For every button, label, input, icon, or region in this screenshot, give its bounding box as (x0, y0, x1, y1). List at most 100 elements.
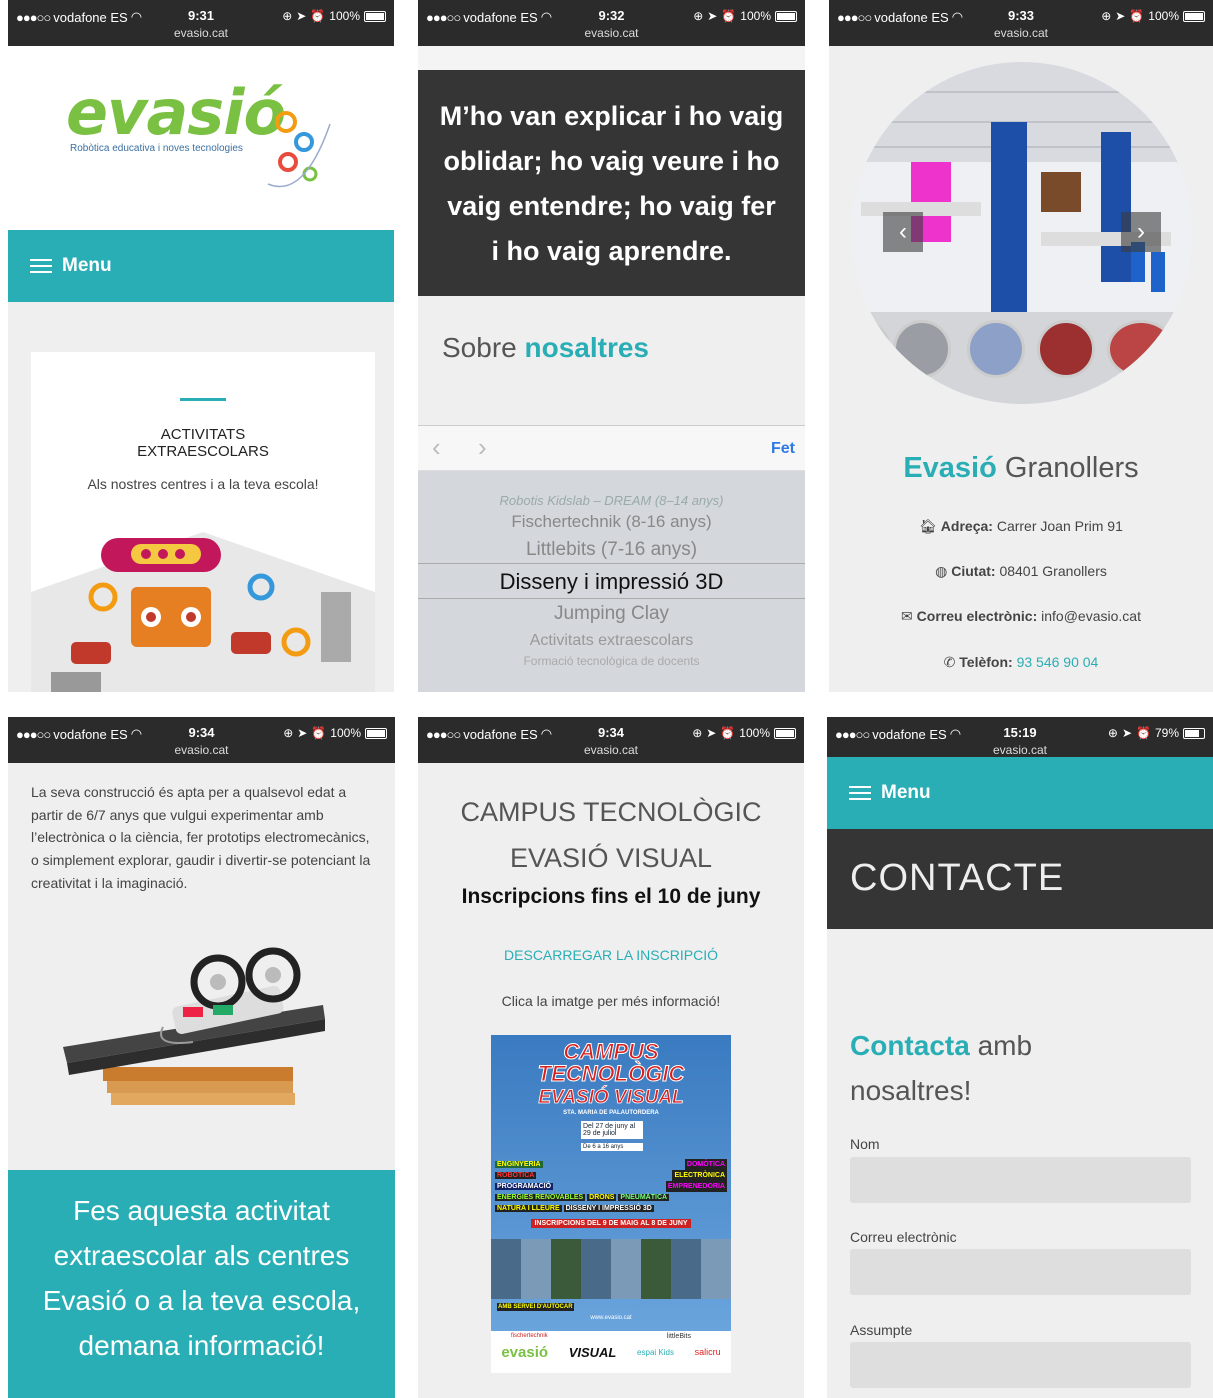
next-chevron-icon[interactable]: › (478, 432, 487, 463)
hamburger-icon (30, 255, 52, 277)
name-field[interactable] (850, 1157, 1191, 1203)
picker-option[interactable]: Robotis Kidslab – DREAM (8–14 anys) (418, 493, 805, 508)
screen-home: ●●●○○ vodafone ES ◠ 9:31 evasio.cat ⊕ ➤ ⏰ 100… (8, 0, 394, 692)
poster-photos (491, 1239, 731, 1299)
cta-banner[interactable]: Fes aquesta activitat extraescolar als c… (8, 1170, 395, 1398)
url-label[interactable]: evasio.cat (418, 743, 804, 757)
lock-rotation-icon: ⊕ (282, 9, 293, 23)
gears-icon (267, 111, 331, 188)
status-bar: ●●●○○ vodafone ES ◠ 9:32 evasio.cat ⊕ ➤ ⏰ 100… (418, 0, 805, 46)
logo-area: evasió Robòtica educativa i noves tecnol… (8, 46, 394, 230)
hamburger-icon (849, 782, 871, 804)
location-icon: ➤ (1115, 9, 1126, 23)
contact-heading: Contacta amb nosaltres! (850, 1030, 1033, 1106)
subject-field[interactable] (850, 1342, 1191, 1388)
home-icon: 🏠︎ (919, 518, 937, 534)
location-icon: ➤ (1121, 726, 1133, 740)
email-link[interactable]: info@evasio.cat (1041, 608, 1141, 624)
card-title: ACTIVITATS EXTRAESCOLARS (137, 426, 269, 460)
select-picker[interactable]: Robotis Kidslab – DREAM (8–14 anys) Fisc… (418, 471, 805, 692)
alarm-icon: ⏰ (1129, 9, 1145, 23)
location-icon: ➤ (706, 726, 717, 740)
screen-contact: ●●●○○ vodafone ES ◠ 15:19 evasio.cat ⊕ ➤ ⏰ 79… (827, 717, 1213, 1398)
campus-subtitle: Inscripcions fins el 10 de juny (461, 885, 761, 908)
screen-activity: ●●●○○ vodafone ES ◠ 9:34 evasio.cat ⊕ ➤ ⏰ 100… (8, 717, 395, 1398)
quote-banner: M’ho van explicar i ho vaig oblidar; ho v… (418, 70, 805, 296)
section-heading: Sobre nosaltres (442, 332, 649, 363)
location-icon: ➤ (707, 9, 718, 23)
status-bar: ●●●○○ vodafone ES ◠ 9:34 evasio.cat ⊕ ➤ ⏰ 100… (418, 717, 804, 763)
email-row: ✉ Correu electrònic: info@evasio.cat (901, 608, 1141, 624)
previous-chevron-icon[interactable]: ‹ (432, 432, 441, 463)
email-field[interactable] (850, 1249, 1191, 1295)
picker-option[interactable]: Formació tecnològica de docents (418, 654, 805, 668)
alarm-icon: ⏰ (1136, 726, 1151, 740)
status-bar: ●●●○○ vodafone ES ◠ 9:34 evasio.cat ⊕ ➤ ⏰ 100… (8, 717, 395, 763)
download-link[interactable]: DESCARREGAR LA INSCRIPCIÓ (418, 947, 804, 963)
gallery-thumbnail[interactable] (851, 320, 891, 378)
robot-illustration (31, 532, 375, 692)
photo-gallery[interactable]: ‹ › (851, 62, 1193, 404)
lock-rotation-icon: ⊕ (283, 726, 294, 740)
battery-icon (774, 727, 796, 739)
screen-centre: ●●●○○ vodafone ES ◠ 9:33 evasio.cat ⊕ ➤ ⏰ 100… (829, 0, 1213, 692)
url-label[interactable]: evasio.cat (827, 743, 1213, 757)
gallery-thumbnail[interactable] (893, 320, 951, 378)
screen-campus: ●●●○○ vodafone ES ◠ 9:34 evasio.cat ⊕ ➤ ⏰ 100… (418, 717, 804, 1398)
battery-icon (1183, 727, 1205, 739)
gallery-next-button[interactable]: › (1121, 212, 1161, 252)
url-label[interactable]: evasio.cat (829, 26, 1213, 40)
name-label: Nom (850, 1136, 880, 1152)
picker-option[interactable]: Activitats extraescolars (418, 632, 805, 650)
battery-icon (775, 10, 797, 22)
picker-option[interactable]: Fischertechnik (8-16 anys) (418, 512, 805, 532)
url-label[interactable]: evasio.cat (8, 26, 394, 40)
picker-toolbar: ‹ › Fet (418, 425, 805, 471)
phone-icon: ✆ (943, 654, 956, 670)
gallery-prev-button[interactable]: ‹ (883, 212, 923, 252)
activity-card[interactable]: ACTIVITATS EXTRAESCOLARS Als nostres cent… (31, 352, 375, 692)
lock-rotation-icon: ⊕ (1107, 726, 1118, 740)
url-label[interactable]: evasio.cat (418, 26, 805, 40)
gallery-thumbnail[interactable] (1037, 320, 1095, 378)
envelope-icon: ✉ (901, 608, 913, 624)
alarm-icon: ⏰ (310, 9, 326, 23)
alarm-icon: ⏰ (311, 726, 327, 740)
activity-description: La seva construcció és apta per a qualse… (31, 784, 371, 891)
address-row: 🏠︎ Adreça: Carrer Joan Prim 91 (919, 518, 1123, 534)
done-button[interactable]: Fet (771, 440, 795, 458)
email-label: Correu electrònic (850, 1229, 957, 1245)
location-icon: ➤ (297, 726, 308, 740)
littlebits-car-image (63, 947, 325, 1105)
alarm-icon: ⏰ (720, 726, 736, 740)
gallery-thumbnails (851, 320, 1193, 382)
card-subtitle: Als nostres centres i a la teva escola! (87, 476, 319, 492)
location-icon: ➤ (296, 9, 307, 23)
phone-row: ✆ Telèfon: 93 546 90 04 (943, 654, 1099, 670)
poster-headline: CAMPUS TECNOLÒGIC (537, 1039, 685, 1086)
campus-poster[interactable]: CAMPUS TECNOLÒGIC EVASIÓ VISUAL STA. MARI… (491, 1035, 731, 1373)
image-hint: Clica la imatge per més informació! (501, 993, 721, 1009)
gallery-thumbnail[interactable] (967, 320, 1025, 378)
lock-rotation-icon: ⊕ (1101, 9, 1112, 23)
poster-topics: ENGINYERIA DOMÒTICA ROBÒTICA ELECTRÒNICA… (495, 1159, 727, 1212)
picker-option[interactable]: Littlebits (7-16 anys) (418, 539, 805, 561)
page-header: CONTACTE (827, 829, 1213, 929)
card-accent-line (180, 398, 226, 401)
battery-icon (364, 10, 386, 22)
battery-icon (365, 727, 387, 739)
phone-link[interactable]: 93 546 90 04 (1017, 654, 1099, 670)
menu-button[interactable]: Menu (827, 757, 1213, 829)
menu-button[interactable]: Menu (8, 230, 394, 302)
status-bar: ●●●○○ vodafone ES ◠ 9:33 evasio.cat ⊕ ➤ ⏰ 100… (829, 0, 1213, 46)
lock-rotation-icon: ⊕ (692, 726, 703, 740)
lock-rotation-icon: ⊕ (693, 9, 704, 23)
picker-option[interactable]: Jumping Clay (418, 603, 805, 625)
url-label[interactable]: evasio.cat (8, 743, 395, 757)
picker-selected-option[interactable]: Disseny i impressió 3D (418, 563, 805, 599)
gallery-thumbnail[interactable] (1107, 320, 1175, 378)
evasio-logo[interactable]: evasió Robòtica educativa i noves tecnol… (66, 76, 346, 216)
city-row: ◍ Ciutat: 08401 Granollers (935, 563, 1107, 579)
subject-label: Assumpte (850, 1322, 913, 1338)
globe-icon: ◍ (935, 563, 948, 579)
